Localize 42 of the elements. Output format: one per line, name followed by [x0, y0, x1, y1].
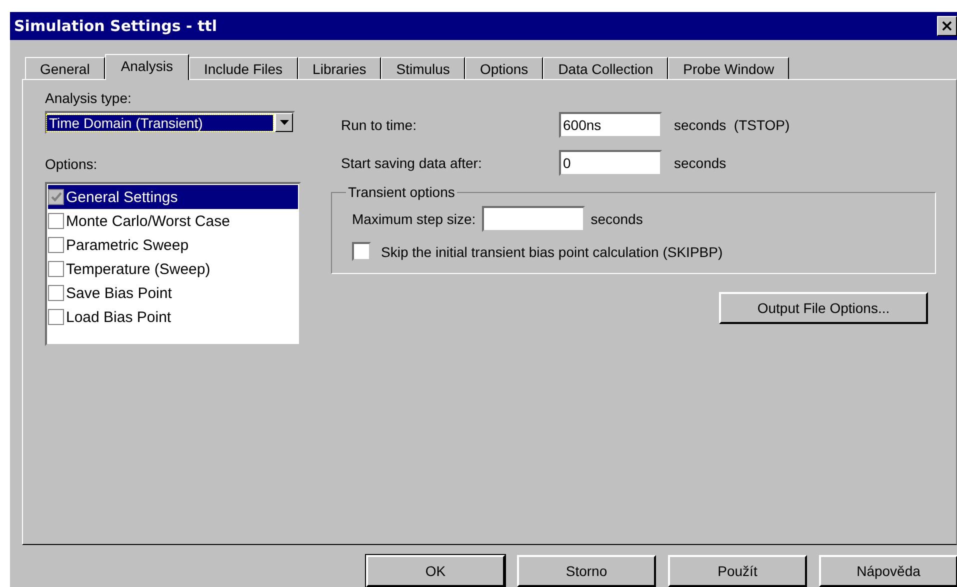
dropdown-button[interactable] — [275, 113, 293, 132]
tab[interactable]: Stimulus — [381, 57, 465, 80]
option-item[interactable]: Parametric Sweep — [48, 233, 298, 258]
run-to-time-field[interactable]: 600ns — [559, 112, 662, 138]
unit-label: seconds (TSTOP) — [674, 117, 790, 134]
output-file-options-button[interactable]: Output File Options... — [719, 292, 928, 324]
start-saving-label: Start saving data after: — [341, 155, 483, 172]
analysis-type-dropdown[interactable]: Time Domain (Transient) — [45, 111, 295, 134]
tab[interactable]: Data Collection — [543, 57, 668, 80]
unit-label: seconds — [590, 211, 643, 228]
tab[interactable]: Libraries — [298, 57, 382, 80]
dialog-button[interactable]: OK — [366, 555, 505, 587]
checkbox[interactable] — [352, 242, 371, 262]
tab[interactable]: Probe Window — [668, 57, 790, 80]
checkbox[interactable] — [48, 285, 64, 302]
unit-label: seconds — [674, 155, 726, 172]
tab[interactable]: Analysis — [104, 54, 189, 80]
option-item[interactable]: Save Bias Point — [48, 281, 298, 306]
window-title: Simulation Settings - ttl — [14, 16, 217, 35]
option-item[interactable]: Load Bias Point — [48, 305, 298, 330]
close-button[interactable]: × — [937, 16, 957, 36]
options-label: Options: — [45, 156, 98, 172]
skip-bias-label: Skip the initial transient bias point calculation (SKIPBP) — [381, 244, 723, 260]
option-item[interactable]: Monte Carlo/Worst Case — [48, 209, 298, 234]
start-saving-field[interactable]: 0 — [559, 150, 662, 176]
dialog-button[interactable]: Storno — [517, 555, 656, 587]
tab[interactable]: Options — [464, 57, 544, 80]
tab[interactable]: General — [25, 57, 105, 80]
group-title: Transient options — [347, 184, 456, 200]
dialog-button[interactable]: Nápověda — [819, 555, 957, 587]
caret-icon — [280, 120, 288, 126]
option-item[interactable]: Temperature (Sweep) — [48, 257, 298, 282]
analysis-type-label: Analysis type: — [45, 90, 132, 106]
max-step-label: Maximum step size: — [352, 211, 476, 228]
tab[interactable]: Include Files — [188, 57, 298, 80]
checkbox[interactable] — [48, 237, 64, 254]
checkbox[interactable] — [48, 213, 64, 230]
checkbox[interactable] — [48, 309, 64, 326]
dialog-button[interactable]: Použít — [668, 555, 807, 587]
checkbox[interactable] — [48, 261, 64, 278]
max-step-field[interactable] — [482, 206, 585, 232]
run-to-time-label: Run to time: — [341, 117, 418, 134]
